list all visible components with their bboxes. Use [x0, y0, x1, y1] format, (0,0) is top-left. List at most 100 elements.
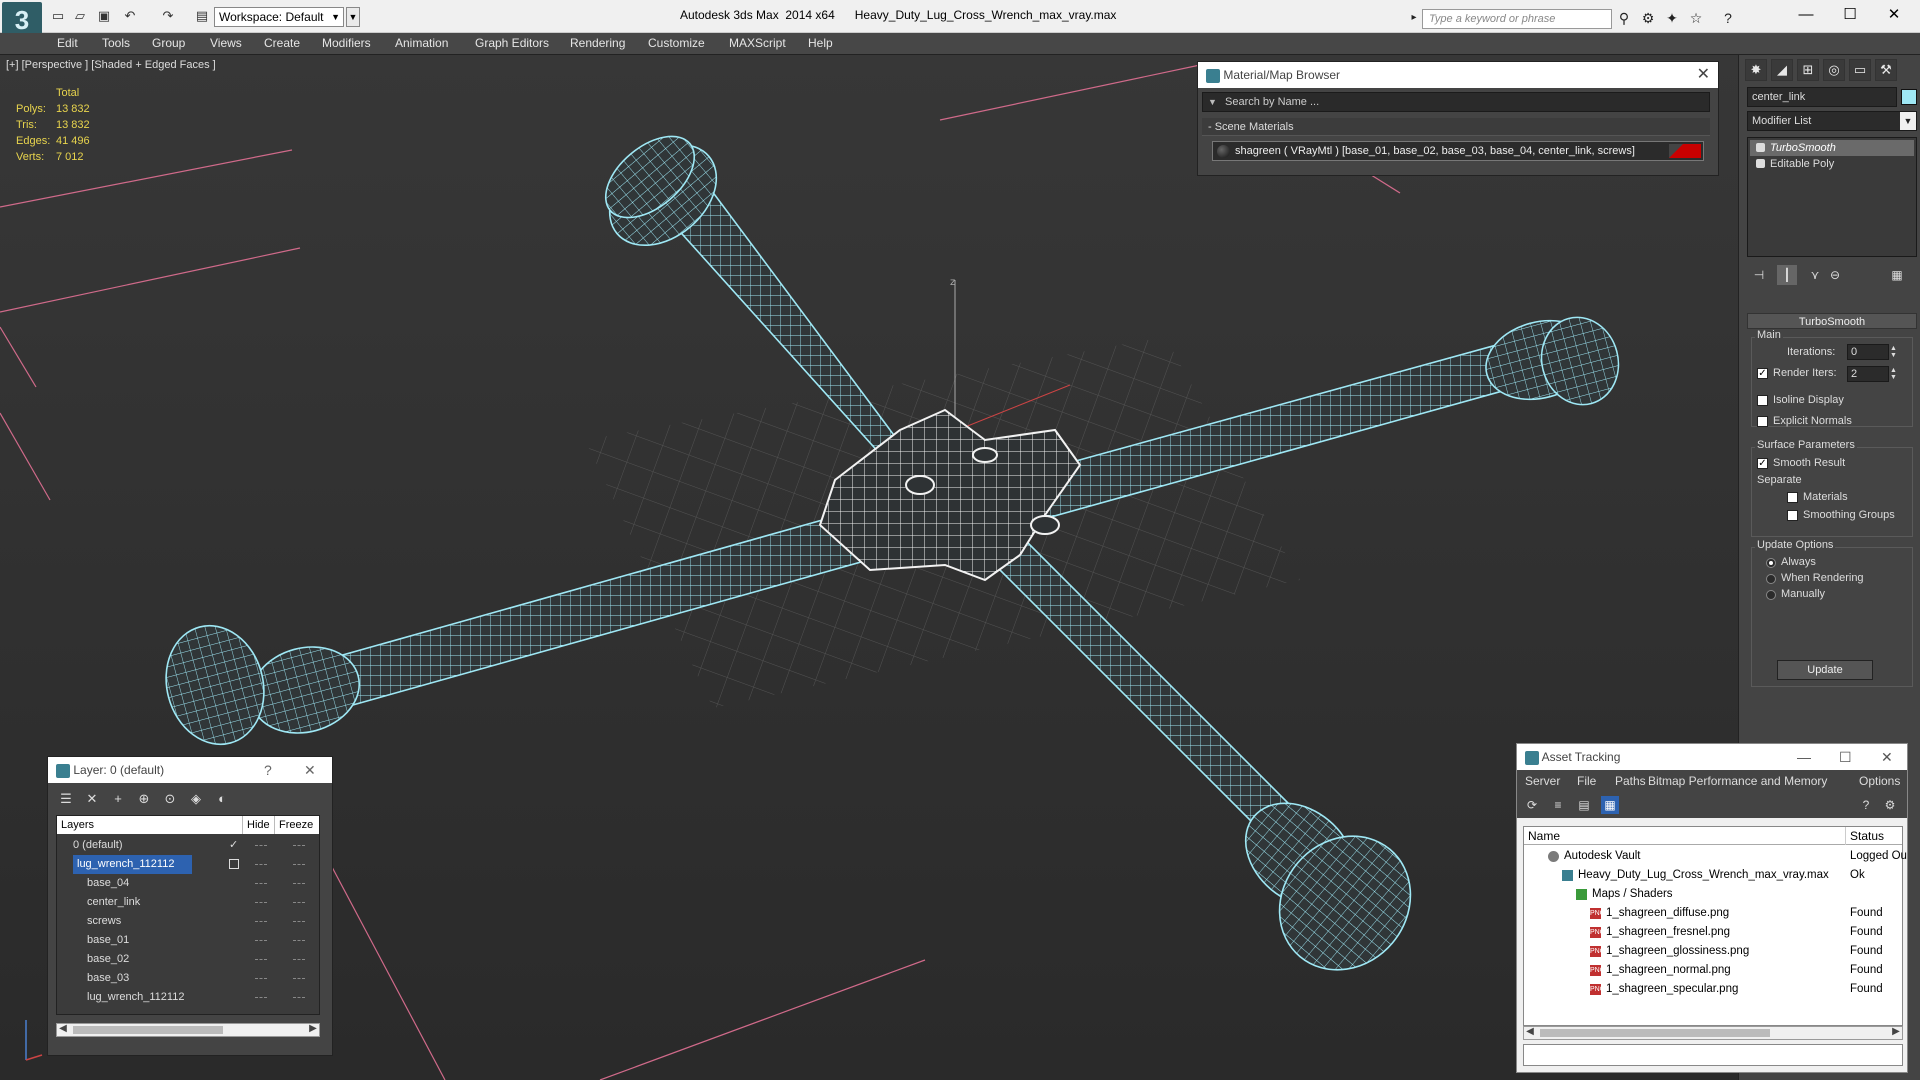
freeze-toggle[interactable]: [293, 902, 305, 904]
asset-row-png[interactable]: PNG 1_shagreen_fresnel.png Found: [1524, 923, 1902, 942]
update-button[interactable]: Update: [1777, 660, 1873, 680]
asset-menu-paths[interactable]: Paths: [1615, 774, 1646, 788]
highlight-layer-icon[interactable]: ◈: [186, 789, 206, 809]
asset-horizontal-scrollbar[interactable]: ◀ ▶: [1523, 1026, 1903, 1040]
hide-toggle[interactable]: [255, 902, 267, 904]
asset-row-png[interactable]: PNG 1_shagreen_normal.png Found: [1524, 961, 1902, 980]
hide-toggle[interactable]: [255, 997, 267, 999]
workspace-menu-button[interactable]: ▼: [346, 7, 360, 27]
asset-menu-bitmap-performance[interactable]: Bitmap Performance and Memory: [1648, 774, 1827, 788]
asset-row-png[interactable]: PNG 1_shagreen_specular.png Found: [1524, 980, 1902, 999]
menu-modifiers[interactable]: Modifiers: [322, 36, 371, 50]
close-icon[interactable]: ✕: [304, 757, 316, 783]
freeze-toggle[interactable]: [293, 997, 305, 999]
refresh-icon[interactable]: ⟳: [1523, 796, 1541, 814]
utilities-tab-icon[interactable]: ⚒: [1875, 59, 1897, 81]
separate-materials-checkbox[interactable]: [1787, 492, 1798, 503]
motion-tab-icon[interactable]: ◎: [1823, 59, 1845, 81]
asset-tracking-titlebar[interactable]: Asset Tracking — ☐ ✕: [1517, 744, 1907, 770]
column-hide[interactable]: Hide: [243, 816, 275, 834]
scroll-right-icon[interactable]: ▶: [307, 1023, 319, 1034]
hide-toggle[interactable]: [255, 883, 267, 885]
render-iters-checkbox[interactable]: ✓: [1757, 368, 1768, 379]
hide-toggle[interactable]: [255, 845, 267, 847]
asset-menu-server[interactable]: Server: [1525, 774, 1560, 788]
menu-edit[interactable]: Edit: [57, 36, 78, 50]
asset-menu-options[interactable]: Options: [1859, 774, 1900, 788]
menu-help[interactable]: Help: [808, 36, 833, 50]
asset-row-max-file[interactable]: Heavy_Duty_Lug_Cross_Wrench_max_vray.max…: [1524, 866, 1902, 885]
column-layers[interactable]: Layers: [57, 816, 243, 834]
minimize-icon[interactable]: —: [1797, 744, 1811, 770]
column-name[interactable]: Name: [1524, 827, 1846, 845]
show-end-result-icon[interactable]: ┃: [1777, 265, 1797, 285]
freeze-toggle[interactable]: [293, 864, 305, 866]
layer-dialog-titlebar[interactable]: Layer: 0 (default) ? ✕: [48, 757, 332, 783]
iterations-spinner[interactable]: 0 ▲ ▼: [1847, 344, 1897, 360]
maximize-icon[interactable]: ☐: [1839, 744, 1852, 770]
layer-horizontal-scrollbar[interactable]: ◀ ▶: [56, 1023, 320, 1037]
menu-graph-editors[interactable]: Graph Editors: [475, 36, 549, 50]
render-iters-spinner[interactable]: 2 ▲ ▼: [1847, 366, 1897, 382]
layer-object-row[interactable]: lug_wrench_112112: [57, 988, 319, 1007]
freeze-toggle[interactable]: [293, 845, 305, 847]
viewport-label[interactable]: [+] [Perspective ] [Shaded + Edged Faces…: [6, 59, 216, 71]
configure-modifier-sets-icon[interactable]: ▦: [1887, 265, 1907, 285]
menu-animation[interactable]: Animation: [395, 36, 448, 50]
freeze-toggle[interactable]: [293, 978, 305, 980]
settings-icon[interactable]: ⚙: [1881, 796, 1899, 814]
favorites-star-icon[interactable]: ☆: [1686, 9, 1706, 27]
hide-all-layers-icon[interactable]: ◐: [212, 789, 232, 809]
spinner-arrows-icon[interactable]: ▲ ▼: [1890, 367, 1900, 381]
modifier-list-dropdown[interactable]: Modifier List ▼: [1747, 111, 1917, 131]
delete-layer-icon[interactable]: ✕: [82, 789, 102, 809]
redo-icon[interactable]: ↷: [160, 8, 176, 24]
maximize-button[interactable]: ☐: [1830, 4, 1870, 26]
minimize-button[interactable]: —: [1786, 4, 1826, 26]
freeze-toggle[interactable]: [293, 883, 305, 885]
menu-views[interactable]: Views: [210, 36, 242, 50]
turbosmooth-rollout-title[interactable]: TurboSmooth: [1747, 313, 1917, 329]
freeze-toggle[interactable]: [293, 921, 305, 923]
asset-row-vault[interactable]: Autodesk Vault Logged Ou: [1524, 847, 1907, 866]
isoline-display-checkbox[interactable]: [1757, 395, 1768, 406]
hide-toggle[interactable]: [255, 959, 267, 961]
explicit-normals-checkbox[interactable]: [1757, 416, 1768, 427]
scroll-thumb[interactable]: [73, 1026, 223, 1034]
hide-toggle[interactable]: [255, 864, 267, 866]
menu-tools[interactable]: Tools: [102, 36, 130, 50]
asset-row-maps[interactable]: Maps / Shaders: [1524, 885, 1902, 904]
close-icon[interactable]: ✕: [1697, 62, 1710, 88]
menu-create[interactable]: Create: [264, 36, 300, 50]
create-layer-icon[interactable]: +: [108, 789, 128, 809]
layer-object-row[interactable]: screws: [57, 912, 319, 931]
list-view-icon[interactable]: ≡: [1549, 796, 1567, 814]
table-view-icon[interactable]: ▦: [1601, 796, 1619, 814]
material-search-input[interactable]: ▼ Search by Name ...: [1202, 92, 1710, 112]
update-when-rendering-radio[interactable]: [1766, 574, 1776, 584]
workspace-dropdown[interactable]: Workspace: Default ▼: [214, 7, 344, 27]
communication-center-icon[interactable]: ⚙: [1638, 9, 1658, 27]
column-freeze[interactable]: Freeze: [275, 816, 319, 834]
select-in-layer-icon[interactable]: ⊙: [160, 789, 180, 809]
layer-settings-icon[interactable]: ☰: [56, 789, 76, 809]
hide-toggle[interactable]: [255, 978, 267, 980]
save-file-icon[interactable]: ▣: [96, 8, 112, 24]
satellite-icon[interactable]: ✦: [1662, 9, 1682, 27]
scroll-thumb[interactable]: [1540, 1029, 1770, 1037]
layer-row-default[interactable]: 0 (default) ✓: [57, 836, 319, 855]
pin-stack-icon[interactable]: ⊣: [1749, 265, 1769, 285]
scroll-right-icon[interactable]: ▶: [1890, 1026, 1902, 1037]
menu-group[interactable]: Group: [152, 36, 185, 50]
active-layer-check-icon[interactable]: ✓: [229, 836, 238, 855]
hide-toggle[interactable]: [255, 940, 267, 942]
menu-rendering[interactable]: Rendering: [570, 36, 625, 50]
separate-smoothing-checkbox[interactable]: [1787, 510, 1798, 521]
asset-row-png[interactable]: PNG 1_shagreen_diffuse.png Found: [1524, 904, 1902, 923]
layer-object-row[interactable]: base_02: [57, 950, 319, 969]
layer-object-row[interactable]: center_link: [57, 893, 319, 912]
object-color-swatch[interactable]: [1901, 89, 1917, 105]
scene-materials-group[interactable]: - Scene Materials: [1202, 118, 1710, 136]
expand-plus-icon[interactable]: [1756, 159, 1765, 168]
layer-object-row[interactable]: base_03: [57, 969, 319, 988]
